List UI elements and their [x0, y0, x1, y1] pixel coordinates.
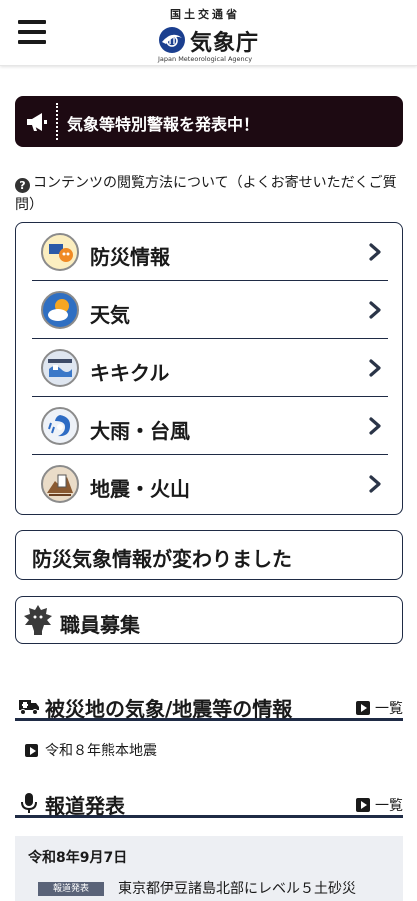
menu-item-label: 大雨・台風 — [90, 419, 190, 443]
chevron-right-icon — [369, 417, 381, 435]
kikikuru-icon — [41, 349, 79, 387]
typhoon-icon — [41, 407, 79, 445]
special-warning-banner[interactable]: 気象等特別警報を発表中！ — [15, 96, 403, 147]
help-text: コンテンツの閲覧方法について（よくお寄せいただくご質問） — [15, 175, 397, 213]
disaster-info-icon — [41, 233, 79, 271]
agency-name-en: Japan Meteorological Agency — [158, 55, 253, 63]
banner-text: 気象等特別警報を発表中！ — [67, 115, 260, 134]
chevron-right-icon — [369, 359, 381, 377]
section-title: 被災地の気象/地震等の情報 — [45, 697, 293, 721]
disaster-area-section-header: 被災地の気象/地震等の情報 一覧 — [15, 693, 403, 721]
press-entry[interactable]: 令和8年9月7日 報道発表 東京都伊豆諸島北部にレベル５土砂災 — [15, 836, 403, 901]
megaphone-icon — [27, 113, 47, 131]
menu-item-label: キキクル — [90, 361, 170, 385]
disaster-area-item[interactable]: 令和８年熊本地震 — [25, 740, 157, 760]
jma-logo[interactable]: 国土交通省 気象庁 Japan Meteorological Agency — [150, 4, 270, 63]
notice-label: 防災気象情報が変わりました — [32, 547, 292, 571]
menu-item-label: 防災情報 — [90, 245, 170, 269]
menu-item-kikikuru[interactable]: キキクル — [32, 339, 388, 397]
play-square-icon — [25, 744, 38, 757]
notice-card[interactable]: 防災気象情報が変わりました — [15, 530, 403, 580]
banner-divider — [56, 103, 58, 140]
question-circle-icon: ? — [15, 178, 30, 193]
recruit-card[interactable]: 職員募集 — [15, 596, 403, 644]
help-link[interactable]: ? コンテンツの閲覧方法について（よくお寄せいただくご質問） — [15, 172, 405, 216]
menu-item-typhoon[interactable]: 大雨・台風 — [32, 397, 388, 455]
jma-emblem-icon — [159, 27, 185, 53]
play-square-icon — [356, 701, 370, 715]
press-text[interactable]: 東京都伊豆諸島北部にレベル５土砂災 — [118, 878, 356, 898]
chevron-right-icon — [369, 301, 381, 319]
ministry-name: 国土交通省 — [170, 8, 240, 21]
section-title: 報道発表 — [45, 794, 125, 818]
press-date: 令和8年9月7日 — [28, 850, 128, 866]
disaster-area-list-link[interactable]: 一覧 — [356, 698, 403, 718]
menu-item-label: 天気 — [90, 303, 130, 327]
agency-name: 気象庁 — [190, 31, 260, 56]
press-badge: 報道発表 — [38, 882, 104, 896]
chevron-right-icon — [369, 475, 381, 493]
app-header: 国土交通省 気象庁 Japan Meteorological Agency — [0, 0, 417, 66]
microphone-icon — [21, 793, 37, 813]
truck-icon — [19, 700, 39, 715]
main-menu: 防災情報 天気 キキクル 大雨・台風 地震・火山 — [15, 222, 403, 515]
chevron-right-icon — [369, 243, 381, 261]
press-list-link[interactable]: 一覧 — [356, 795, 403, 815]
hamburger-icon[interactable] — [18, 20, 46, 44]
earthquake-icon — [41, 465, 79, 503]
menu-item-label: 地震・火山 — [90, 477, 190, 501]
mascot-icon — [24, 605, 52, 635]
menu-item-disaster-info[interactable]: 防災情報 — [32, 223, 388, 281]
recruit-label: 職員募集 — [60, 613, 140, 637]
menu-item-weather[interactable]: 天気 — [32, 281, 388, 339]
play-square-icon — [356, 798, 370, 812]
menu-item-earthquake[interactable]: 地震・火山 — [32, 455, 388, 513]
weather-icon — [41, 291, 79, 329]
press-section-header: 報道発表 一覧 — [15, 790, 403, 818]
